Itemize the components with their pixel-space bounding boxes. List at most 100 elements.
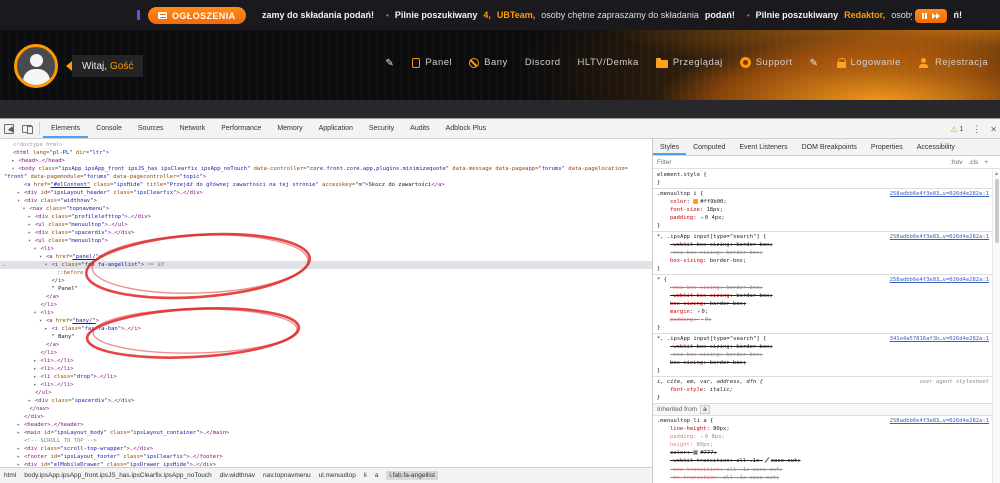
expand-arrow-closed[interactable]: ▸ [28, 221, 31, 229]
dom-tree-line[interactable]: </li> [0, 301, 652, 309]
pause-icon[interactable] [922, 13, 927, 19]
fast-forward-icon[interactable] [932, 13, 940, 19]
color-swatch[interactable] [693, 449, 699, 455]
css-property[interactable]: -webkit-box-sizing: border-box; [657, 292, 989, 300]
breadcrumb-item[interactable]: i.fab.fa-angellist [386, 471, 438, 480]
dom-tree-line[interactable]: ▾ <li> [0, 245, 652, 253]
expand-arrow-closed[interactable]: ▸ [34, 357, 37, 365]
sidebar-tab-event-listeners[interactable]: Event Listeners [732, 139, 794, 155]
inherited-element-ref[interactable]: a [700, 405, 710, 414]
css-selector[interactable]: * { [657, 276, 667, 284]
dom-tree-line[interactable]: ▸ <li>…</li> [0, 357, 652, 365]
expand-arrow-open[interactable]: ▾ [17, 197, 20, 205]
color-swatch[interactable] [693, 198, 699, 204]
styles-toggle[interactable]: :hov [950, 159, 962, 166]
css-property[interactable]: padding: ▸0 4px; [657, 214, 989, 222]
expand-arrow-open[interactable]: ▾ [28, 237, 31, 245]
dom-tree-line[interactable]: <!doctype html> [0, 141, 652, 149]
expand-arrow-closed[interactable]: ▸ [17, 189, 20, 197]
expand-arrow-open[interactable]: ▾ [23, 205, 26, 213]
tab-audits[interactable]: Audits [402, 119, 437, 138]
announcement-controls[interactable] [915, 9, 947, 23]
expand-arrow-open[interactable]: ▾ [39, 253, 42, 261]
css-source-link[interactable]: 341e4a57816af3b…v=026d4e282a:1 [884, 335, 989, 343]
expand-arrow-closed[interactable]: ▸ [45, 325, 48, 333]
dom-tree-line[interactable]: ▾ <li> [0, 309, 652, 317]
dom-tree-line[interactable]: </i> [0, 277, 652, 285]
bezier-curve-icon[interactable] [764, 457, 770, 466]
tab-memory[interactable]: Memory [269, 119, 310, 138]
nav-item-rejestracja[interactable]: Rejestracja [918, 57, 988, 68]
nav-item-discord[interactable]: Discord [525, 57, 561, 68]
breadcrumb-item[interactable]: a [375, 472, 379, 479]
css-property[interactable]: padding: ▸0 8px; [657, 433, 989, 441]
dom-tree-line[interactable]: ▾ <nav class="topnavmenu"> [0, 205, 652, 213]
expand-arrow-closed[interactable]: ▸ [28, 397, 31, 405]
expand-arrow-open[interactable]: ▾ [12, 165, 15, 173]
styles-scrollbar[interactable]: ▲ [992, 170, 1000, 483]
expand-arrow-closed[interactable]: ▸ [28, 213, 31, 221]
expand-arrow-closed[interactable]: ▸ [28, 229, 31, 237]
tab-adblock-plus[interactable]: Adblock Plus [438, 119, 494, 138]
css-property[interactable]: -ms-transition: all .1s ease-out; [657, 474, 989, 482]
expand-arrow-closed[interactable]: ▸ [17, 421, 20, 429]
tab-security[interactable]: Security [361, 119, 402, 138]
sidebar-tab-computed[interactable]: Computed [686, 139, 732, 155]
sidebar-tab-styles[interactable]: Styles [653, 139, 686, 155]
breadcrumb-item[interactable]: html [4, 472, 16, 479]
dom-tree-line[interactable]: </div> [0, 413, 652, 421]
nav-item-edit-shortcut-2[interactable] [810, 58, 820, 68]
device-toolbar-button[interactable] [18, 119, 36, 138]
expand-value-arrow[interactable]: ▸ [701, 317, 704, 323]
css-selector[interactable]: i, cite, em, var, address, dfn { [657, 378, 763, 386]
expand-arrow-open[interactable]: ▾ [34, 245, 37, 253]
expand-arrow-closed[interactable]: ▸ [17, 453, 20, 461]
css-property[interactable]: box-sizing: border-box; [657, 359, 989, 367]
sidebar-tab-dom-breakpoints[interactable]: DOM Breakpoints [795, 139, 864, 155]
css-selector[interactable]: element.style { [657, 171, 707, 179]
css-property[interactable]: padding: ▸0; [657, 316, 989, 324]
dom-tree-line[interactable]: ::before [0, 269, 652, 277]
css-source-link[interactable]: user agent stylesheet [913, 378, 989, 386]
tab-sources[interactable]: Sources [130, 119, 172, 138]
css-property[interactable]: font-size: 18px; [657, 206, 989, 214]
styles-toggle[interactable]: + [984, 159, 988, 166]
dom-tree-line[interactable]: ▾… <i class="fab fa-angellist"> == $0 [0, 261, 652, 269]
dom-tree-line[interactable]: <a href="#elContent" class="ipsHide" tit… [0, 181, 652, 189]
css-selector[interactable]: .menuultop li a { [657, 417, 713, 425]
expand-arrow-open[interactable]: ▾ [45, 261, 48, 269]
dom-tree-line[interactable]: ▾ <body class="ipsApp ipsApp_front ipsJS_… [0, 165, 652, 173]
dom-tree-line[interactable]: </nav> [0, 405, 652, 413]
dom-tree-line[interactable]: " Bany" [0, 333, 652, 341]
css-selector[interactable]: *, .ipsApp input[type="search"] { [657, 335, 766, 343]
css-property[interactable]: box-sizing: border-box; [657, 257, 989, 265]
css-source-link[interactable]: 258adbb6e4f3e83…v=026d4e282a:1 [884, 233, 989, 241]
css-property[interactable]: color: #777; [657, 449, 989, 457]
expand-arrow-closed[interactable]: ▸ [17, 429, 20, 437]
scroll-up-arrow[interactable]: ▲ [994, 171, 999, 177]
css-property[interactable]: font-style: italic; [657, 386, 989, 394]
dom-tree-line[interactable]: ▸ <div class="profilelefttop">…</div> [0, 213, 652, 221]
breadcrumb-item[interactable]: li [364, 472, 367, 479]
dom-tree-line[interactable]: ▸ <li>…</li> [0, 365, 652, 373]
css-property[interactable]: box-sizing: border-box; [657, 300, 989, 308]
css-property[interactable]: -moz-transition: all .1s ease-out; [657, 466, 989, 474]
expand-value-arrow[interactable]: ▸ [698, 309, 701, 315]
tab-network[interactable]: Network [172, 119, 214, 138]
expand-value-arrow[interactable]: ▸ [701, 434, 704, 440]
dom-tree-line[interactable]: ▸ <div id="ipsLayout_header" class="ipsCl… [0, 189, 652, 197]
dom-tree-line[interactable]: </a> [0, 293, 652, 301]
nav-item-przegladaj[interactable]: Przeglądaj [655, 57, 723, 68]
dom-tree-line[interactable]: ▸ <ul class="menuultop">…</ul> [0, 221, 652, 229]
dom-tree-line[interactable]: "front" data-pagemodule="forums" data-pa… [0, 173, 652, 181]
css-property[interactable]: color: #ff9b00; [657, 198, 989, 206]
avatar[interactable] [14, 44, 58, 88]
css-property[interactable]: margin: ▸0; [657, 308, 989, 316]
breadcrumb-item[interactable]: div.widthnav [220, 472, 255, 479]
breadcrumb-item[interactable]: nav.topnavmenu [263, 472, 311, 479]
css-property[interactable]: line-height: 80px; [657, 425, 989, 433]
css-property[interactable]: -webkit-box-sizing: border-box; [657, 241, 989, 249]
expand-arrow-closed[interactable]: ▸ [34, 373, 37, 381]
tab-application[interactable]: Application [311, 119, 361, 138]
css-property[interactable]: -webkit-transition: all .1s ease-out; [657, 457, 989, 466]
